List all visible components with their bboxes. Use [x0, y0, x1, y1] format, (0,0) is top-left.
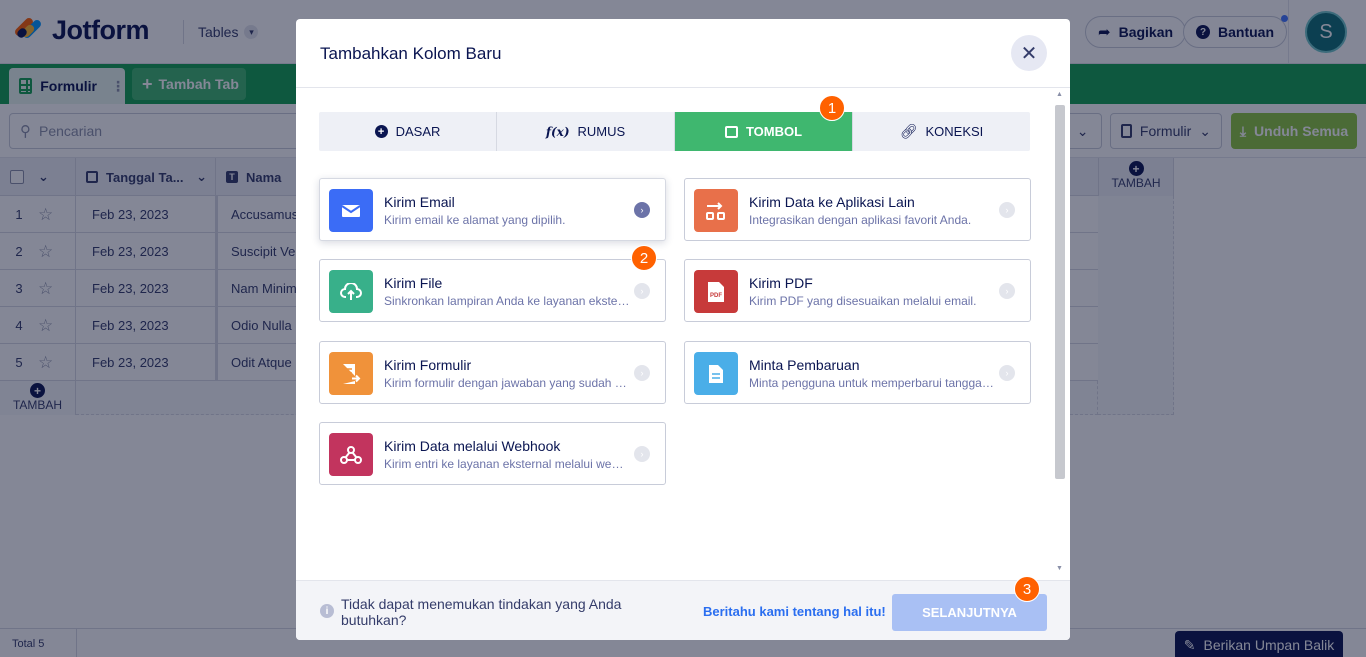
scroll-thumb[interactable] — [1055, 105, 1065, 479]
card-description: Kirim email ke alamat yang dipilih. — [384, 213, 566, 227]
scrollbar[interactable]: ▲ ▼ — [1053, 89, 1067, 578]
card-title: Kirim Email — [384, 194, 455, 210]
tab-label: DASAR — [395, 124, 441, 139]
card-description: Kirim formulir dengan jawaban yang sudah… — [384, 376, 630, 390]
document-icon — [694, 352, 738, 395]
add-column-modal: Tambahkan Kolom Baru ✕ + DASAR f(x) RUMU… — [296, 19, 1070, 640]
modal-header: Tambahkan Kolom Baru ✕ — [296, 19, 1070, 88]
card-title: Kirim PDF — [749, 275, 813, 291]
tab-label: RUMUS — [577, 124, 626, 139]
card-title: Kirim Data melalui Webhook — [384, 438, 561, 454]
card-description: Sinkronkan lampiran Anda ke layanan ekst… — [384, 294, 630, 308]
action-card-send-file[interactable]: Kirim File Sinkronkan lampiran Anda ke l… — [319, 259, 666, 322]
tab-label: KONEKSI — [925, 124, 984, 139]
tab-dasar[interactable]: + DASAR — [319, 112, 497, 151]
link-icon: 🔗︎ — [899, 123, 918, 139]
tab-koneksi[interactable]: 🔗︎ KONEKSI — [853, 112, 1030, 151]
action-card-send-email[interactable]: Kirim Email Kirim email ke alamat yang d… — [319, 178, 666, 241]
cloud-upload-icon — [329, 270, 373, 313]
card-description: Kirim PDF yang disesuaikan melalui email… — [749, 294, 977, 308]
modal-footer: i Tidak dapat menemukan tindakan yang An… — [296, 580, 1070, 640]
info-icon: i — [320, 604, 334, 618]
pdf-icon: PDF — [694, 270, 738, 313]
footer-text: Tidak dapat menemukan tindakan yang Anda… — [341, 596, 622, 628]
chevron-right-icon: › — [634, 202, 650, 218]
close-icon: ✕ — [1020, 42, 1038, 65]
chevron-right-icon: › — [634, 283, 650, 299]
chevron-right-icon: › — [634, 446, 650, 462]
webhook-icon — [329, 433, 373, 476]
card-title: Kirim Data ke Aplikasi Lain — [749, 194, 915, 210]
card-description: Kirim entri ke layanan eksternal melalui… — [384, 457, 630, 471]
step-badge-2: 2 — [631, 245, 657, 271]
step-badge-1: 1 — [819, 95, 845, 121]
apps-transfer-icon — [694, 189, 738, 232]
tab-label: TOMBOL — [745, 124, 803, 139]
form-send-icon — [329, 352, 373, 395]
card-description: Minta pengguna untuk memperbarui tanggap… — [749, 376, 995, 390]
feedback-link[interactable]: Beritahu kami tentang hal itu! — [703, 604, 886, 619]
scroll-up-arrow-icon[interactable]: ▲ — [1056, 91, 1063, 98]
chevron-right-icon: › — [999, 283, 1015, 299]
scroll-down-arrow-icon[interactable]: ▼ — [1056, 565, 1063, 572]
card-title: Minta Pembaruan — [749, 357, 860, 373]
close-button[interactable]: ✕ — [1011, 35, 1047, 71]
action-card-send-data-to-app[interactable]: Kirim Data ke Aplikasi Lain Integrasikan… — [684, 178, 1031, 241]
card-title: Kirim Formulir — [384, 357, 472, 373]
button-cursor-icon — [724, 125, 738, 138]
chevron-right-icon: › — [634, 365, 650, 381]
svg-text:PDF: PDF — [710, 293, 722, 299]
step-badge-3: 3 — [1014, 576, 1040, 602]
modal-title: Tambahkan Kolom Baru — [320, 44, 502, 63]
chevron-right-icon: › — [999, 365, 1015, 381]
card-description: Integrasikan dengan aplikasi favorit And… — [749, 213, 972, 227]
envelope-icon — [329, 189, 373, 232]
tab-rumus[interactable]: f(x) RUMUS — [497, 112, 675, 151]
action-card-send-form[interactable]: Kirim Formulir Kirim formulir dengan jaw… — [319, 341, 666, 404]
action-card-request-update[interactable]: Minta Pembaruan Minta pengguna untuk mem… — [684, 341, 1031, 404]
action-card-send-webhook[interactable]: Kirim Data melalui Webhook Kirim entri k… — [319, 422, 666, 485]
card-title: Kirim File — [384, 275, 443, 291]
chevron-right-icon: › — [999, 202, 1015, 218]
action-card-send-pdf[interactable]: PDF Kirim PDF Kirim PDF yang disesuaikan… — [684, 259, 1031, 322]
plus-circle-icon: + — [374, 125, 388, 138]
column-type-tabs: + DASAR f(x) RUMUS TOMBOL 🔗︎ KONEKSI — [319, 112, 1030, 151]
formula-icon: f(x) — [545, 124, 570, 139]
